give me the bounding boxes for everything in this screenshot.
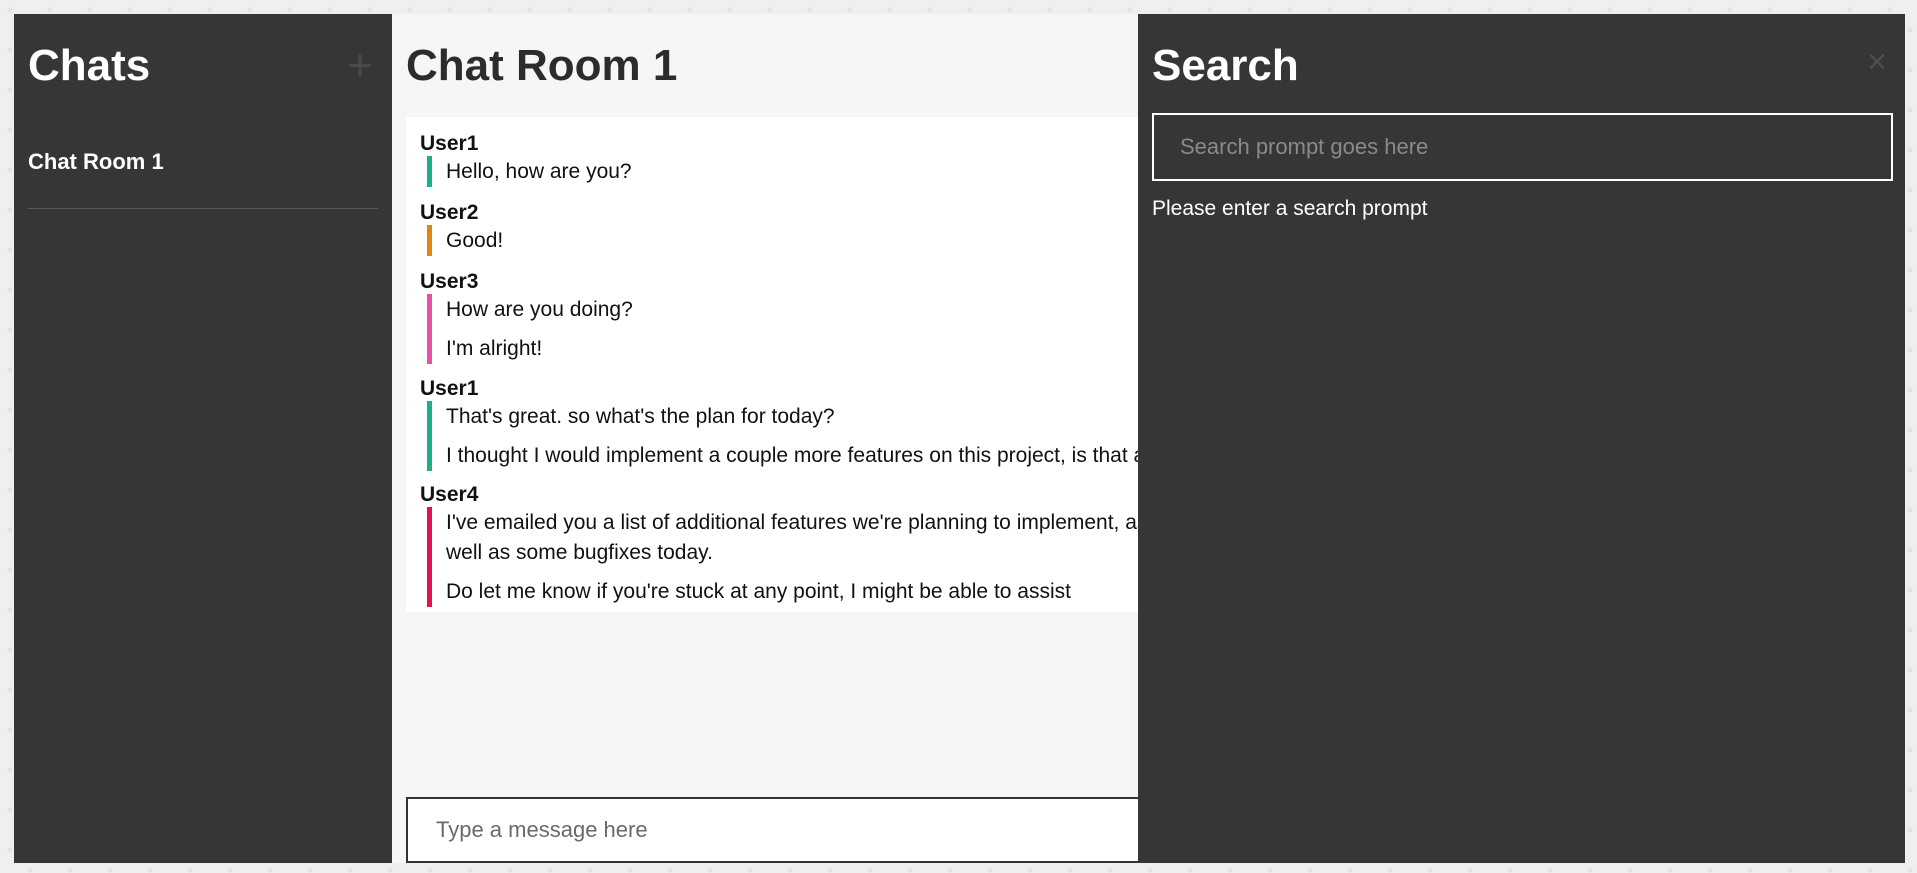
- message-block: That's great. so what's the plan for tod…: [427, 401, 1152, 471]
- sidebar-item-chat-room-1[interactable]: Chat Room 1: [28, 149, 378, 209]
- plus-icon: +: [347, 41, 373, 90]
- user-color-bar: [427, 156, 432, 187]
- search-input[interactable]: [1154, 115, 1891, 179]
- message-text: That's great. so what's the plan for tod…: [446, 405, 835, 428]
- message-input[interactable]: [408, 799, 1152, 861]
- add-chat-button[interactable]: +: [340, 44, 380, 88]
- search-status-text: Please enter a search prompt: [1152, 197, 1428, 220]
- app-window: Chats + Chat Room 1 Chat Room 1 User1 He…: [14, 14, 1905, 863]
- message-composer: [406, 797, 1152, 863]
- message-text: Good!: [446, 229, 504, 252]
- message-group: User4 I've emailed you a list of additio…: [420, 483, 1152, 607]
- user-color-bar: [427, 401, 432, 471]
- message-block: Hello, how are you?: [427, 156, 1152, 187]
- search-title: Search: [1152, 41, 1299, 90]
- user-color-bar: [427, 225, 432, 256]
- user-color-bar: [427, 294, 432, 364]
- message-text: Hello, how are you?: [446, 160, 632, 183]
- message-group: User2 Good!: [420, 201, 1152, 256]
- message-group: User1 That's great. so what's the plan f…: [420, 377, 1152, 471]
- search-field: [1152, 113, 1893, 181]
- user-color-bar: [427, 507, 432, 607]
- message-group: User3 How are you doing? I'm alright!: [420, 270, 1152, 364]
- message-list[interactable]: User1 Hello, how are you? User2 Good! Us…: [406, 117, 1152, 612]
- message-author: User1: [420, 132, 479, 155]
- message-text: I've emailed you a list of additional fe…: [446, 511, 1148, 564]
- message-author: User3: [420, 270, 479, 293]
- chat-main-panel: Chat Room 1 User1 Hello, how are you? Us…: [392, 14, 1152, 863]
- message-author: User2: [420, 201, 479, 224]
- sidebar-title: Chats: [28, 41, 151, 90]
- message-group: User1 Hello, how are you?: [420, 132, 1152, 187]
- message-text: I thought I would implement a couple mor…: [446, 444, 1152, 467]
- message-text: I'm alright!: [446, 337, 543, 360]
- message-author: User4: [420, 483, 479, 506]
- search-panel: Search × Please enter a search prompt: [1138, 14, 1905, 863]
- message-text: Do let me know if you're stuck at any po…: [446, 580, 1071, 603]
- close-icon[interactable]: ×: [1863, 45, 1891, 79]
- message-text: How are you doing?: [446, 298, 633, 321]
- message-author: User1: [420, 377, 479, 400]
- message-block: I've emailed you a list of additional fe…: [427, 507, 1152, 607]
- chats-sidebar: Chats + Chat Room 1: [14, 14, 392, 863]
- room-title: Chat Room 1: [406, 41, 678, 90]
- message-block: Good!: [427, 225, 1152, 256]
- message-block: How are you doing? I'm alright!: [427, 294, 1152, 364]
- sidebar-item-label: Chat Room 1: [28, 149, 164, 174]
